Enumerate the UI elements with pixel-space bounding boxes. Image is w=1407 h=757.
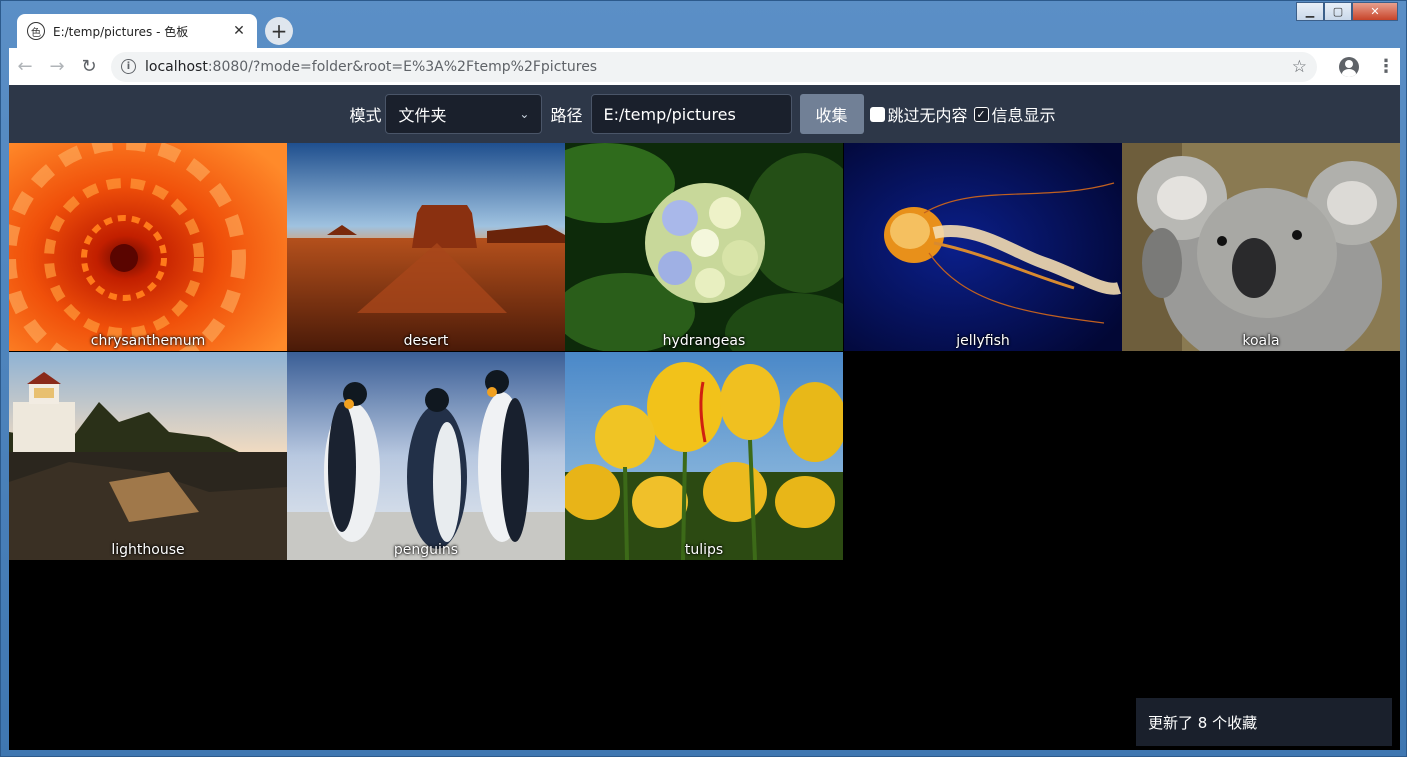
maximize-button[interactable]: ▢ (1324, 2, 1352, 21)
picture-tile-chrysanthemum[interactable]: chrysanthemum (9, 143, 287, 351)
chrysanthemum-image (9, 143, 287, 351)
picture-caption: lighthouse (111, 542, 185, 558)
page-content: 模式 文件夹 ⌄ 路径 收集 跳过无内容 ✓ 信息显示 (9, 85, 1400, 750)
skip-empty-checkbox[interactable] (869, 106, 885, 122)
koala-image (1122, 143, 1400, 351)
window-controls: ▁ ▢ ✕ (1296, 2, 1398, 21)
reload-icon[interactable]: ↻ (73, 51, 105, 83)
browser-window: ▁ ▢ ✕ 色 E:/temp/pictures - 色板 ✕ + ← → ↻ … (0, 0, 1407, 757)
picture-tile-desert[interactable]: desert (287, 143, 565, 351)
picture-caption: penguins (393, 542, 459, 558)
tab-title: E:/temp/pictures - 色板 (53, 24, 189, 39)
hydrangeas-image (565, 143, 843, 351)
minimize-button[interactable]: ▁ (1296, 2, 1324, 21)
path-label: 路径 (550, 106, 583, 125)
picture-caption: chrysanthemum (90, 333, 206, 349)
desert-image (287, 143, 565, 351)
picture-caption: koala (1242, 333, 1280, 349)
picture-caption: tulips (684, 542, 724, 558)
back-arrow-icon[interactable]: ← (9, 51, 41, 83)
kebab-menu-icon[interactable]: ⋮ (1377, 56, 1395, 77)
url-host: localhost (145, 58, 208, 75)
picture-tile-hydrangeas[interactable]: hydrangeas (565, 143, 843, 351)
picture-caption: desert (403, 333, 449, 349)
picture-tile-tulips[interactable]: tulips (565, 352, 843, 560)
tulips-image (565, 352, 843, 560)
mode-label: 模式 (349, 106, 382, 125)
picture-caption: jellyfish (956, 333, 1010, 349)
skip-empty-label: 跳过无内容 (887, 106, 968, 125)
picture-tile-koala[interactable]: koala (1122, 143, 1400, 351)
favicon-icon: 色 (27, 22, 45, 40)
new-tab-button[interactable]: + (265, 17, 293, 45)
penguins-image (287, 352, 565, 560)
profile-avatar-icon[interactable] (1339, 56, 1359, 77)
url-path: :8080/?mode=folder&root=E%3A%2Ftemp%2Fpi… (207, 58, 598, 75)
browser-toolbar: ← → ↻ i localhost:8080/?mode=folder&root… (9, 48, 1400, 85)
forward-arrow-icon[interactable]: → (41, 51, 73, 83)
mode-select-value: 文件夹 (398, 106, 447, 125)
show-info-label: 信息显示 (991, 106, 1056, 125)
chevron-down-icon: ⌄ (519, 107, 530, 121)
tab-close-icon[interactable]: ✕ (231, 23, 247, 39)
picture-tile-penguins[interactable]: penguins (287, 352, 565, 560)
title-bar: ▁ ▢ ✕ 色 E:/temp/pictures - 色板 ✕ + (1, 1, 1406, 48)
collect-button[interactable]: 收集 (799, 94, 864, 134)
browser-tab[interactable]: 色 E:/temp/pictures - 色板 ✕ (17, 14, 257, 48)
controls-bar: 模式 文件夹 ⌄ 路径 收集 跳过无内容 ✓ 信息显示 (9, 85, 1400, 143)
jellyfish-image (844, 143, 1122, 351)
picture-tile-lighthouse[interactable]: lighthouse (9, 352, 287, 560)
url-text[interactable]: localhost:8080/?mode=folder&root=E%3A%2F… (145, 59, 1292, 75)
address-bar[interactable]: i localhost:8080/?mode=folder&root=E%3A%… (111, 51, 1317, 82)
path-input[interactable] (590, 94, 792, 134)
close-window-button[interactable]: ✕ (1352, 2, 1398, 21)
picture-caption: hydrangeas (662, 333, 746, 349)
site-info-icon[interactable]: i (121, 59, 136, 74)
status-toast: 更新了 8 个收藏 (1136, 698, 1392, 746)
lighthouse-image (9, 352, 287, 560)
picture-tile-jellyfish[interactable]: jellyfish (844, 143, 1122, 351)
mode-select[interactable]: 文件夹 ⌄ (385, 94, 543, 134)
bookmark-star-icon[interactable]: ☆ (1292, 57, 1307, 77)
show-info-checkbox[interactable]: ✓ (973, 106, 989, 122)
